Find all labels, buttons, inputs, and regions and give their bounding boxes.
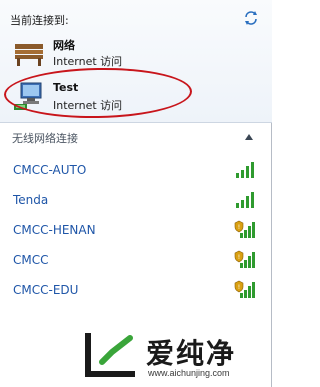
- section-divider: [0, 122, 272, 123]
- connection-item-network[interactable]: 网络 Internet 访问: [6, 36, 196, 70]
- secured-signal-icon: !: [234, 220, 255, 238]
- currently-connected-label: 当前连接到:: [10, 14, 69, 27]
- wifi-network-item[interactable]: Tenda: [0, 185, 272, 215]
- connection-status: Internet 访问: [53, 55, 123, 68]
- wifi-ssid: CMCC: [13, 253, 49, 267]
- signal-strength-icon: [236, 162, 254, 178]
- svg-text:!: !: [238, 284, 240, 291]
- watermark-url: www.aichunjing.com: [148, 368, 230, 378]
- refresh-icon[interactable]: [243, 10, 259, 26]
- watermark-logo-icon: [85, 333, 135, 377]
- network-flyout-panel: 当前连接到: 网络 Internet 访问 Test Internet 访问 无…: [0, 0, 272, 387]
- wireless-section-label: 无线网络连接: [12, 132, 78, 145]
- bench-icon: [15, 44, 43, 66]
- site-watermark: 爱纯净 www.aichunjing.com: [82, 330, 272, 387]
- signal-strength-icon: [236, 192, 254, 208]
- wifi-network-item[interactable]: CMCC !: [0, 245, 272, 275]
- secured-signal-icon: !: [234, 250, 255, 268]
- svg-text:!: !: [238, 224, 240, 231]
- wifi-ssid: CMCC-HENAN: [13, 223, 96, 237]
- connected-header: 当前连接到: 网络 Internet 访问 Test Internet 访问: [0, 0, 272, 122]
- wifi-network-item[interactable]: CMCC-AUTO: [0, 155, 272, 185]
- wifi-network-item[interactable]: CMCC-HENAN !: [0, 215, 272, 245]
- wifi-ssid: CMCC-AUTO: [13, 163, 87, 177]
- watermark-title: 爱纯净: [146, 337, 237, 370]
- wifi-ssid: Tenda: [13, 193, 49, 207]
- svg-text:!: !: [238, 254, 240, 261]
- wifi-network-item[interactable]: CMCC-EDU !: [0, 275, 272, 305]
- connection-name: 网络: [53, 39, 75, 52]
- chevron-up-icon[interactable]: [245, 134, 253, 140]
- wifi-ssid: CMCC-EDU: [13, 283, 79, 297]
- secured-signal-icon: !: [234, 280, 255, 298]
